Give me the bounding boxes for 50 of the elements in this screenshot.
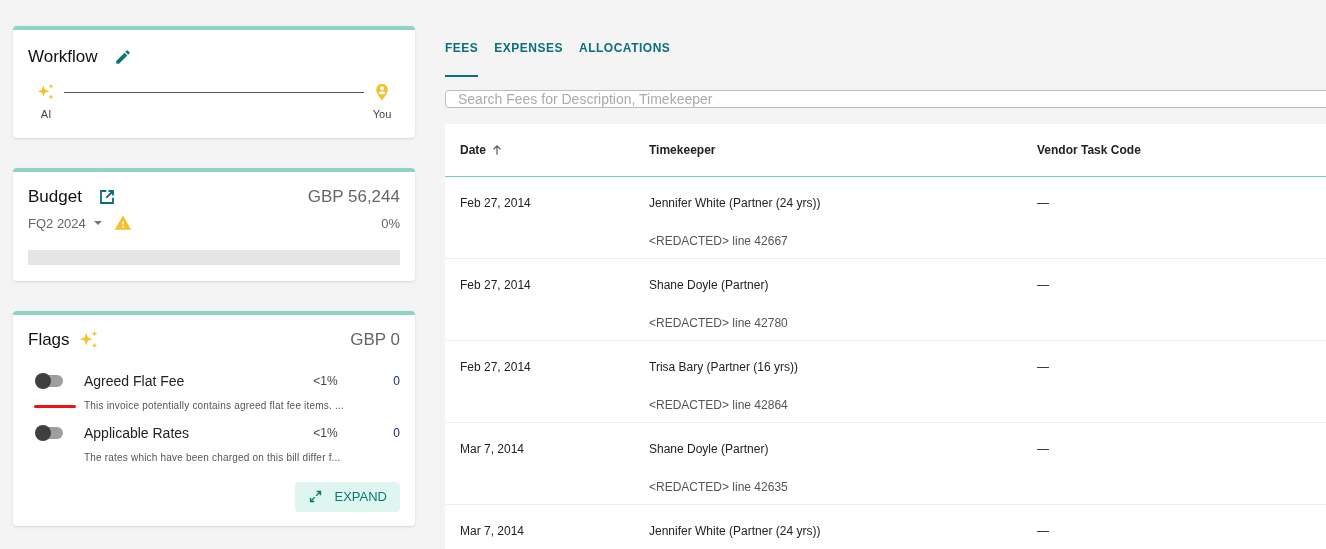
budget-percent: 0% <box>381 214 400 233</box>
tab[interactable]: FEES <box>445 39 479 77</box>
table-cell-text: Shane Doyle (Partner) <box>649 441 770 458</box>
budget-amount: GBP 56,244 <box>307 186 400 208</box>
expand-button[interactable]: EXPAND <box>294 481 400 512</box>
flag-name: Applicable Rates <box>84 423 191 443</box>
table-cell: — <box>1037 278 1049 292</box>
card-title: Flags <box>28 329 70 351</box>
caret-icon <box>93 221 102 226</box>
flag-description: This invoice potentially contains agreed flat fee items. ... <box>84 398 345 413</box>
expand-icon <box>307 489 323 504</box>
table-cell: Feb 27, 2014 <box>460 360 531 374</box>
table-cell: — <box>1037 360 1049 374</box>
edit-icon[interactable] <box>113 47 132 66</box>
column-header[interactable]: Date <box>460 141 486 159</box>
step-label: You <box>372 106 392 122</box>
flags-amount: GBP 0 <box>350 329 400 351</box>
table-cell: Mar 7, 2014 <box>460 524 525 538</box>
flag-share: <1% <box>313 373 339 390</box>
table-cell: Feb 27, 2014 <box>460 278 531 292</box>
flag-count: 0 <box>393 425 400 442</box>
table-cell: — <box>1037 442 1049 456</box>
table-cell-text: <REDACTED> line 42667 <box>649 233 789 250</box>
table-cell: — <box>1037 524 1049 538</box>
external-link-icon[interactable] <box>97 187 116 206</box>
table-cell-text: <REDACTED> line 42780 <box>649 315 789 332</box>
table-cell-text: <REDACTED> line 42635 <box>649 479 789 496</box>
table-cell-text: Jennifer White (Partner (24 yrs)) <box>649 523 822 540</box>
table-cell: Feb 27, 2014 <box>460 196 531 210</box>
toggle-switch[interactable] <box>37 426 63 439</box>
tab[interactable]: EXPENSES <box>494 39 564 77</box>
flag-count: 0 <box>393 373 400 390</box>
column-header[interactable]: Timekeeper <box>649 141 716 159</box>
flag-name: Agreed Flat Fee <box>84 371 186 391</box>
table-cell-text: <REDACTED> line 42864 <box>649 397 789 414</box>
table-cell: Mar 7, 2014 <box>460 442 525 456</box>
flag-description: The rates which have been charged on this bill differ f... <box>84 450 342 465</box>
tab[interactable]: ALLOCATIONS <box>579 39 671 77</box>
table-cell: — <box>1037 196 1049 210</box>
card-title: Workflow <box>28 46 98 68</box>
flag-share: <1% <box>313 425 339 442</box>
period-dropdown[interactable]: FQ2 2024 <box>28 213 102 233</box>
table-cell-text: Jennifer White (Partner (24 yrs)) <box>649 195 822 212</box>
table-cell-text: Trisa Bary (Partner (16 yrs)) <box>649 359 799 376</box>
card-title: Budget <box>28 186 82 208</box>
search-field[interactable]: Search Fees for Description, Timekeeper <box>445 90 1326 108</box>
table-cell-text: Shane Doyle (Partner) <box>649 277 770 294</box>
column-header[interactable]: Vendor Task Code <box>1037 141 1141 159</box>
toggle-switch[interactable] <box>37 374 63 387</box>
step-label: AI <box>40 106 52 122</box>
